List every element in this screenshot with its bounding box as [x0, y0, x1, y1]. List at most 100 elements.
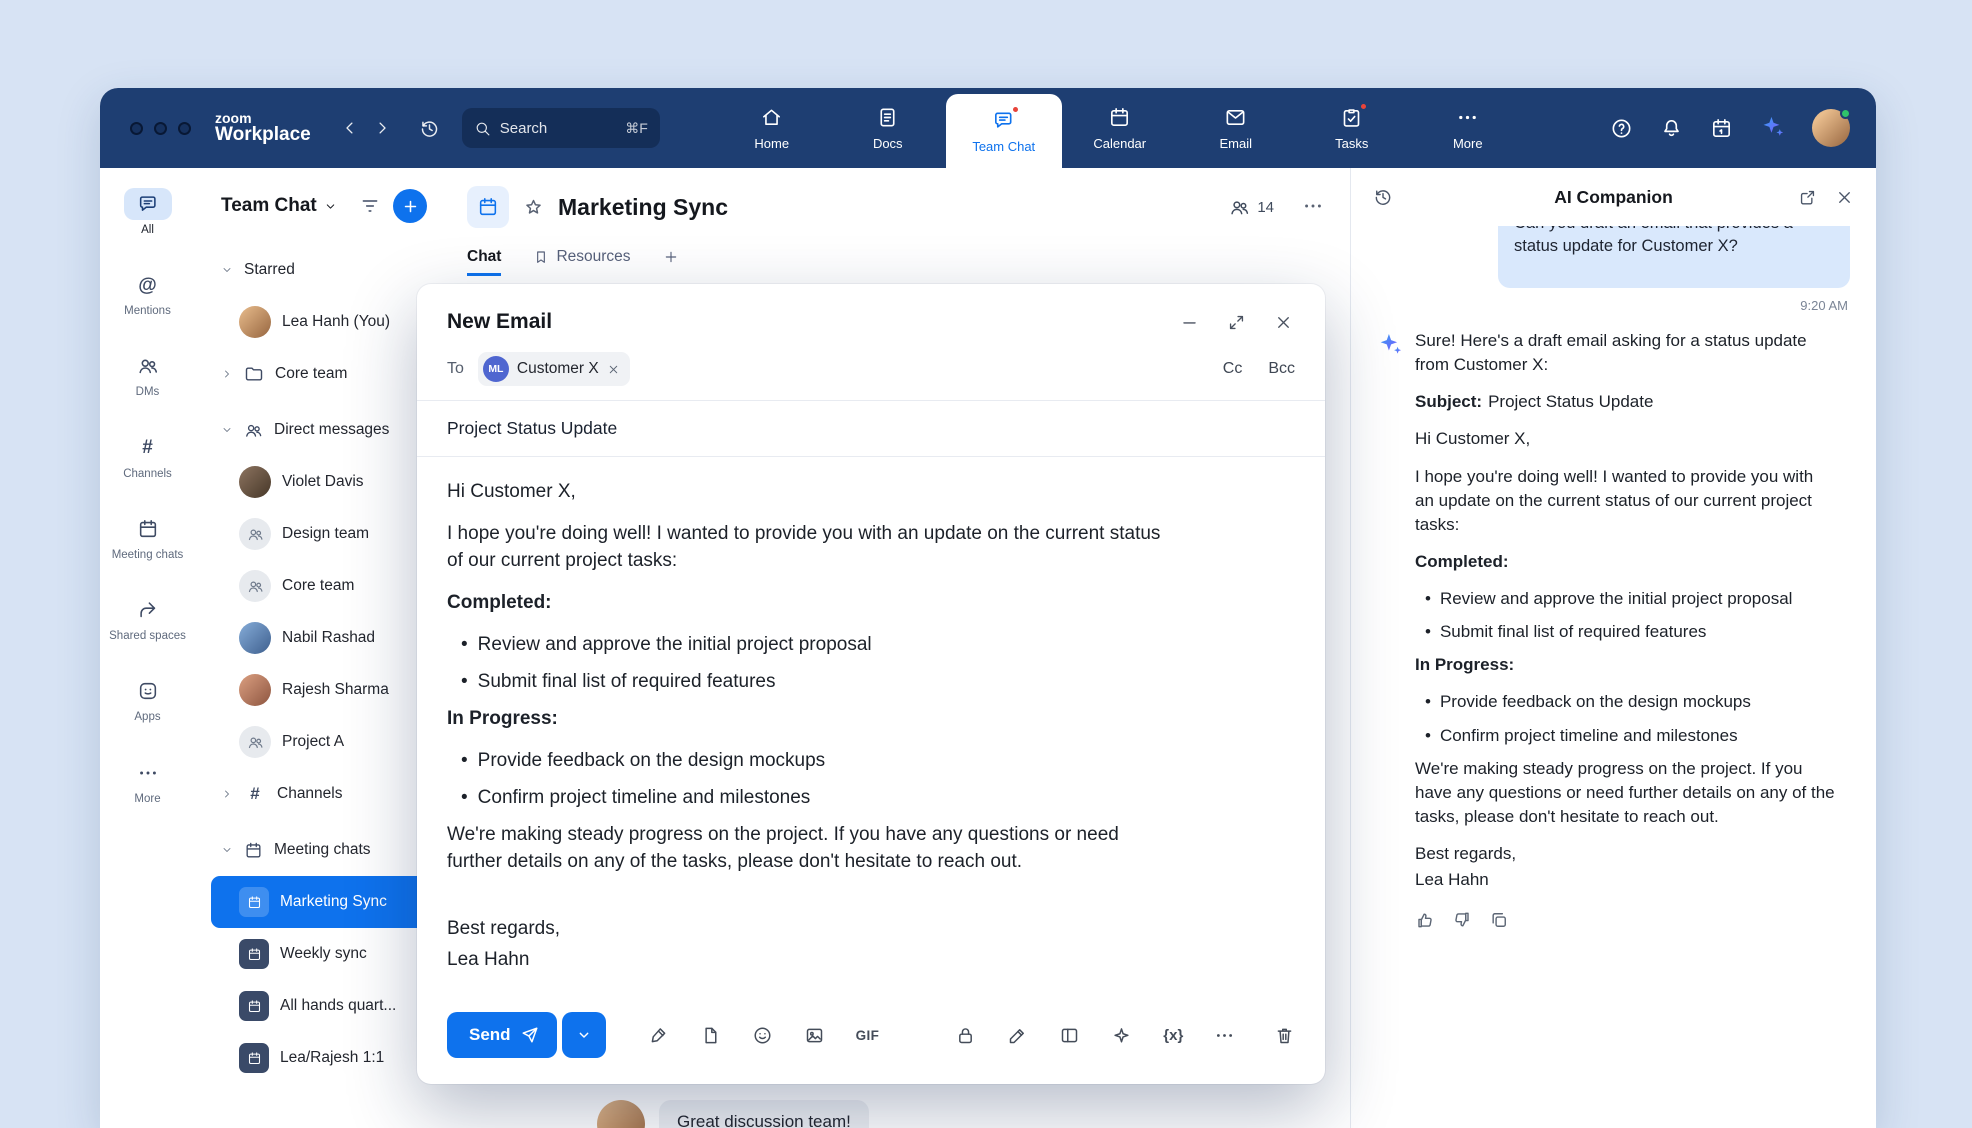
nav-team-chat[interactable]: Team Chat	[946, 94, 1062, 168]
chat-item-design-team[interactable]: Design team	[211, 508, 435, 560]
user-message-clip: Can you draft an email that provides a s…	[1377, 226, 1850, 288]
ai-close-button[interactable]	[1835, 188, 1854, 207]
chat-more-button[interactable]	[1302, 195, 1324, 220]
rail-item-channels[interactable]: # Channels	[104, 432, 192, 481]
nav-tasks[interactable]: Tasks	[1294, 88, 1410, 168]
section-starred[interactable]: Starred	[211, 244, 435, 296]
close-button[interactable]	[1274, 313, 1293, 332]
more-tools-button[interactable]	[1214, 1025, 1235, 1046]
email-bullet-item: •Confirm project timeline and milestones	[461, 785, 1161, 812]
section-meeting-chats[interactable]: Meeting chats	[211, 824, 435, 876]
file-icon	[700, 1025, 721, 1046]
open-in-new-icon	[1798, 188, 1817, 207]
insert-image-button[interactable]	[804, 1025, 825, 1046]
remove-recipient-button[interactable]	[607, 363, 620, 376]
filter-button[interactable]	[360, 196, 380, 216]
chevron-down-icon	[221, 844, 233, 856]
attach-file-button[interactable]	[700, 1025, 721, 1046]
signature-pen-icon	[648, 1025, 669, 1046]
folder-channels[interactable]: # Channels	[211, 768, 435, 820]
ai-history-button[interactable]	[1373, 187, 1393, 207]
rail-item-more[interactable]: More	[104, 757, 192, 806]
nav-docs[interactable]: Docs	[830, 88, 946, 168]
folder-core-team[interactable]: Core team	[211, 348, 435, 400]
history-button[interactable]	[419, 118, 440, 139]
tab-resources[interactable]: Resources	[533, 248, 630, 276]
chat-item-lea-rajesh[interactable]: Lea/Rajesh 1:1	[211, 1032, 435, 1084]
recipient-chip[interactable]: ML Customer X	[478, 352, 630, 386]
variables-button[interactable]: {x}	[1163, 1027, 1183, 1044]
rail-item-meeting-chats[interactable]: Meeting chats	[104, 513, 192, 562]
chat-item-core-team[interactable]: Core team	[211, 560, 435, 612]
nav-calendar[interactable]: Calendar	[1062, 88, 1178, 168]
send-button[interactable]: Send	[447, 1012, 557, 1058]
ai-conversation: Can you draft an email that provides a s…	[1351, 226, 1876, 1128]
to-field[interactable]: To ML Customer X Cc Bcc	[417, 348, 1325, 401]
window-close-button[interactable]	[130, 122, 143, 135]
rail-item-apps[interactable]: Apps	[104, 675, 192, 724]
members-button[interactable]: 14	[1229, 197, 1274, 218]
rail-item-mentions[interactable]: @ Mentions	[104, 269, 192, 318]
ai-companion-button[interactable]	[1760, 114, 1785, 142]
bcc-button[interactable]: Bcc	[1268, 360, 1295, 378]
profile-avatar[interactable]	[1812, 109, 1850, 147]
ai-compose-button[interactable]	[1111, 1025, 1132, 1046]
chat-item-marketing-sync[interactable]: Marketing Sync	[211, 876, 431, 928]
search-input[interactable]: Search ⌘F	[462, 108, 660, 148]
nav-email[interactable]: Email	[1178, 88, 1294, 168]
section-direct-messages[interactable]: Direct messages	[211, 404, 435, 456]
team-chat-dropdown[interactable]: Team Chat	[221, 195, 337, 217]
new-chat-button[interactable]	[393, 189, 427, 223]
schedule-button[interactable]	[1710, 117, 1733, 140]
nav-docs-label: Docs	[873, 136, 903, 151]
avatar	[239, 466, 271, 498]
window-controls	[130, 122, 191, 135]
rail-item-dms[interactable]: DMs	[104, 350, 192, 399]
minimize-button[interactable]	[1180, 313, 1199, 332]
nav-more[interactable]: More	[1410, 88, 1526, 168]
ai-bullet-item: •Provide feedback on the design mockups	[1425, 690, 1836, 714]
cc-button[interactable]: Cc	[1223, 360, 1243, 378]
gif-button[interactable]: GIF	[856, 1028, 880, 1043]
add-tab-button[interactable]	[663, 249, 679, 275]
bullet-dot: •	[461, 785, 468, 812]
rail-meeting-chats-label: Meeting chats	[112, 549, 184, 562]
bullet-text: Review and approve the initial project p…	[1440, 587, 1792, 611]
chat-item-rajesh-sharma[interactable]: Rajesh Sharma	[211, 664, 435, 716]
emoji-button[interactable]	[752, 1025, 773, 1046]
chat-item-all-hands[interactable]: All hands quart...	[211, 980, 435, 1032]
nav-home[interactable]: Home	[714, 88, 830, 168]
favorite-button[interactable]	[523, 197, 544, 218]
expand-button[interactable]	[1227, 313, 1246, 332]
notifications-button[interactable]	[1660, 117, 1683, 140]
discard-button[interactable]	[1274, 1025, 1295, 1046]
thumbs-down-icon	[1452, 910, 1472, 930]
send-options-button[interactable]	[562, 1012, 606, 1058]
thumbs-up-button[interactable]	[1415, 910, 1435, 930]
encrypt-button[interactable]	[955, 1025, 976, 1046]
window-minimize-button[interactable]	[154, 122, 167, 135]
template-button[interactable]	[1059, 1025, 1080, 1046]
tab-chat[interactable]: Chat	[467, 248, 501, 276]
chat-item-label: Lea Hanh (You)	[282, 313, 390, 331]
help-button[interactable]	[1610, 117, 1633, 140]
rail-item-all[interactable]: All	[104, 188, 192, 237]
chat-item-weekly-sync[interactable]: Weekly sync	[211, 928, 435, 980]
copy-button[interactable]	[1489, 910, 1509, 930]
back-button[interactable]	[341, 119, 359, 137]
subject-field[interactable]: Project Status Update	[417, 401, 1325, 457]
edit-button[interactable]	[1007, 1025, 1028, 1046]
group-avatar	[239, 570, 271, 602]
chat-item-nabil-rashad[interactable]: Nabil Rashad	[211, 612, 435, 664]
window-zoom-button[interactable]	[178, 122, 191, 135]
thumbs-up-icon	[1415, 910, 1435, 930]
rail-item-shared-spaces[interactable]: Shared spaces	[104, 594, 192, 643]
chat-item-violet-davis[interactable]: Violet Davis	[211, 456, 435, 508]
forward-button[interactable]	[373, 119, 391, 137]
thumbs-down-button[interactable]	[1452, 910, 1472, 930]
ai-open-in-new-button[interactable]	[1798, 188, 1817, 207]
signature-button[interactable]	[648, 1025, 669, 1046]
email-body-editor[interactable]: Hi Customer X, I hope you're doing well!…	[417, 457, 1325, 996]
chat-item-project-a[interactable]: Project A	[211, 716, 435, 768]
chat-item-lea-hanh[interactable]: Lea Hanh (You)	[211, 296, 435, 348]
